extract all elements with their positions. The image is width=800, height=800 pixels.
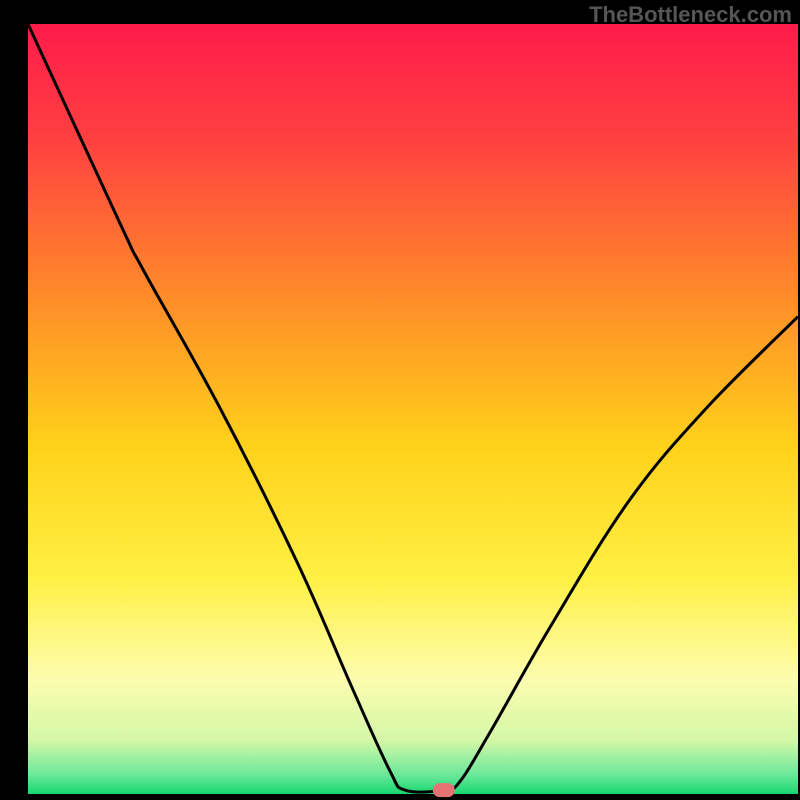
watermark-text: TheBottleneck.com [589, 2, 792, 28]
plot-background [28, 24, 798, 794]
bottleneck-chart [0, 0, 800, 800]
chart-container: TheBottleneck.com [0, 0, 800, 800]
optimal-marker [433, 783, 455, 797]
